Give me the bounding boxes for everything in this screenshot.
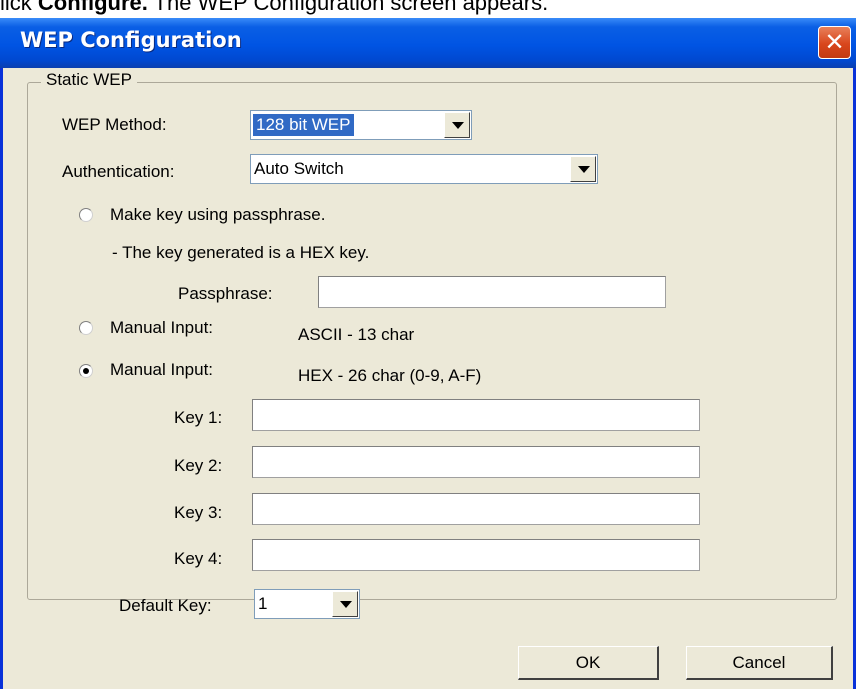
passphrase-input[interactable] <box>318 276 666 308</box>
chevron-down-icon[interactable] <box>444 112 470 138</box>
passphrase-option-label: Make key using passphrase. <box>110 205 326 224</box>
document-instruction-text: lick Configure. The WEP Configuration sc… <box>0 0 548 18</box>
key-2-input[interactable] <box>252 446 700 478</box>
key-4-label: Key 4: <box>174 549 223 568</box>
close-icon: ✕ <box>824 28 845 56</box>
close-button[interactable]: ✕ <box>818 26 851 59</box>
wep-method-label: WEP Method: <box>62 115 167 134</box>
default-key-value: 1 <box>258 594 268 613</box>
group-legend: Static WEP <box>41 70 137 90</box>
authentication-value: Auto Switch <box>254 159 344 178</box>
wep-method-select[interactable]: 128 bit WEP <box>250 110 472 140</box>
manual-ascii-desc: ASCII - 13 char <box>298 325 415 344</box>
authentication-label: Authentication: <box>62 162 175 181</box>
wep-method-value: 128 bit WEP <box>253 114 354 136</box>
window-title: WEP Configuration <box>20 28 242 52</box>
manual-ascii-radio[interactable] <box>79 321 93 335</box>
key-3-label: Key 3: <box>174 503 223 522</box>
key-2-label: Key 2: <box>174 456 223 475</box>
key-3-input[interactable] <box>252 493 700 525</box>
key-1-input[interactable] <box>252 399 700 431</box>
manual-hex-label: Manual Input: <box>110 360 214 379</box>
ok-button[interactable]: OK <box>518 646 659 680</box>
key-4-input[interactable] <box>252 539 700 571</box>
title-bar[interactable]: WEP Configuration ✕ <box>0 18 856 68</box>
manual-hex-radio[interactable] <box>79 364 93 378</box>
key-1-label: Key 1: <box>174 408 223 427</box>
cancel-button[interactable]: Cancel <box>686 646 833 680</box>
bold-word: Configure. <box>37 0 148 15</box>
authentication-select[interactable]: Auto Switch <box>250 154 598 184</box>
default-key-label: Default Key: <box>119 596 212 615</box>
manual-ascii-label: Manual Input: <box>110 318 214 337</box>
passphrase-radio[interactable] <box>79 208 93 222</box>
chevron-down-icon[interactable] <box>332 591 358 617</box>
chevron-down-icon[interactable] <box>570 156 596 182</box>
hex-key-note: - The key generated is a HEX key. <box>112 243 370 262</box>
passphrase-label: Passphrase: <box>178 284 273 303</box>
manual-hex-desc: HEX - 26 char (0-9, A-F) <box>298 366 482 385</box>
default-key-select[interactable]: 1 <box>254 589 360 619</box>
